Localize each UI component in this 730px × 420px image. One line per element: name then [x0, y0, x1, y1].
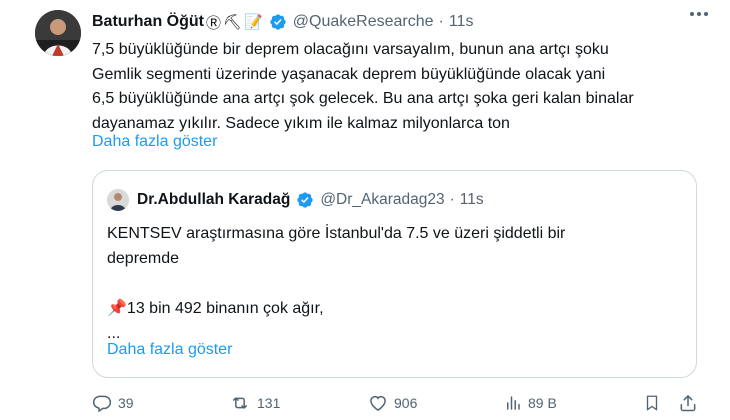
view-count: 89 B [528, 395, 557, 411]
share-button[interactable] [678, 393, 698, 413]
quote-show-more-link[interactable]: Daha fazla göster [107, 341, 232, 359]
more-options-icon[interactable] [690, 12, 708, 16]
quote-time[interactable]: 11s [460, 191, 484, 209]
views-button[interactable]: 89 B [504, 393, 557, 413]
quote-text-line [107, 271, 565, 296]
memo-badge: 📝 [244, 14, 263, 31]
show-more-link[interactable]: Daha fazla göster [92, 133, 217, 151]
tweet-text-line: 6,5 büyüklüğünde ana artçı şok gelecek. … [92, 90, 634, 107]
quote-text-line: depremde [107, 250, 180, 267]
quote-author-avatar[interactable] [107, 189, 129, 211]
bookmark-icon [643, 393, 661, 413]
tweet-text: 7,5 büyüklüğünde bir deprem olacağını va… [92, 38, 712, 136]
author-name[interactable]: Baturhan Öğüt [92, 13, 204, 31]
quoted-tweet-card[interactable]: Dr.Abdullah Karadağ @Dr_Akaradag23 · 11s… [92, 170, 697, 378]
reply-count: 39 [118, 395, 134, 411]
share-icon [678, 393, 698, 413]
verified-icon [269, 13, 287, 31]
quote-text-line: 13 bin 492 binanın çok ağır, [126, 300, 324, 317]
registered-badge: Ⓡ [206, 14, 222, 32]
author-avatar[interactable] [35, 10, 81, 56]
pushpin-icon: 📌 [107, 300, 127, 317]
quote-text-line: KENTSEV araştırmasına göre İstanbul'da 7… [107, 225, 566, 242]
tweet-action-bar: 39 131 906 89 B [92, 393, 702, 417]
separator-dot: · [438, 13, 444, 30]
tweet-time[interactable]: 11s [449, 13, 474, 31]
bookmark-button[interactable] [643, 393, 661, 413]
reply-icon [92, 393, 112, 413]
separator-dot: · [449, 191, 455, 208]
verified-icon [296, 191, 314, 209]
tweet-text-line: 7,5 büyüklüğünde bir deprem olacağını va… [92, 41, 609, 58]
reply-button[interactable]: 39 [92, 393, 134, 413]
retweet-count: 131 [257, 395, 281, 411]
analytics-icon [504, 393, 522, 413]
like-count: 906 [394, 395, 418, 411]
tweet-header: Baturhan Öğüt Ⓡ ⛏ 📝 @QuakeResearche · 11… [92, 10, 473, 34]
quote-header: Dr.Abdullah Karadağ @Dr_Akaradag23 · 11s [137, 189, 484, 211]
pickaxe-badge: ⛏ [223, 14, 243, 31]
like-button[interactable]: 906 [368, 393, 417, 413]
author-handle[interactable]: @QuakeResearche [293, 13, 434, 31]
quote-author-name[interactable]: Dr.Abdullah Karadağ [137, 191, 290, 209]
quote-text: KENTSEV araştırmasına göre İstanbul'da 7… [107, 221, 565, 346]
heart-icon [368, 393, 388, 413]
tweet-text-line: Gemlik segmenti üzerinde yaşanacak depre… [92, 65, 606, 83]
quote-author-handle[interactable]: @Dr_Akaradag23 [320, 191, 444, 209]
retweet-icon [229, 393, 251, 413]
retweet-button[interactable]: 131 [229, 393, 280, 413]
quote-text-line-with-pin: 📌13 bin 492 binanın çok ağır, [107, 296, 565, 321]
